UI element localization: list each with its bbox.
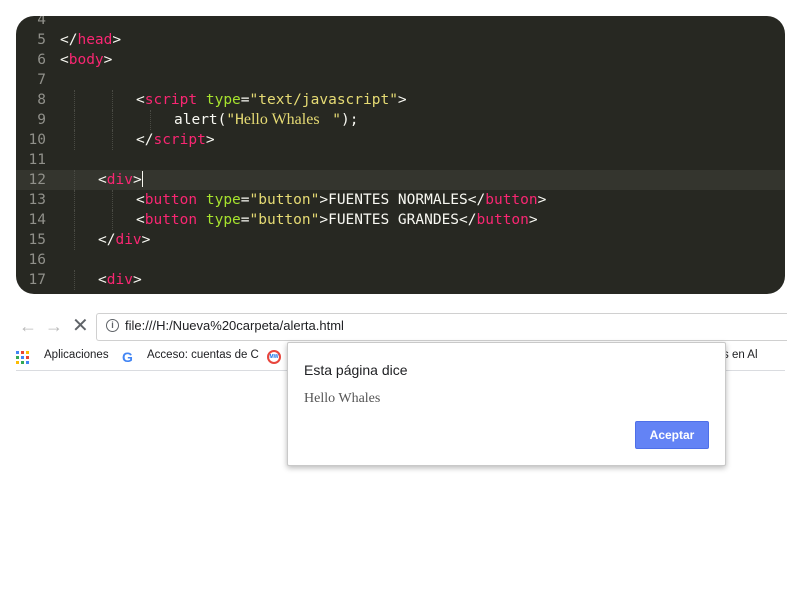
code-text: <div>: [98, 171, 143, 188]
line-number: 7: [37, 72, 46, 88]
indent-guide: [74, 130, 75, 150]
code-text: <div>: [98, 272, 142, 288]
line-number: 11: [28, 152, 46, 168]
text-caret: [141, 171, 143, 187]
indent-guide: [74, 210, 75, 230]
code-text: <body>: [60, 52, 113, 68]
line-number: 10: [28, 132, 46, 148]
url-text[interactable]: file:///H:/Nueva%20carpeta/alerta.html: [125, 318, 344, 333]
line-number: 17: [28, 272, 46, 288]
line-number: 16: [28, 252, 46, 268]
indent-guide: [112, 210, 113, 230]
dialog-title: Esta página dice: [304, 362, 408, 378]
code-line[interactable]: 17 <div>: [16, 270, 785, 290]
bookmark-right[interactable]: s en Al: [723, 349, 758, 361]
code-text: </script>: [136, 132, 215, 148]
dialog-message: Hello Whales: [304, 391, 381, 406]
apps-grid-icon[interactable]: [16, 351, 29, 364]
back-arrow-icon[interactable]: ←: [19, 316, 37, 336]
address-bar[interactable]: i file:///H:/Nueva%20carpeta/alerta.html: [96, 313, 787, 341]
line-number: 8: [37, 92, 46, 108]
code-line[interactable]: 5 </head>: [16, 30, 785, 50]
indent-guide: [112, 110, 113, 130]
line-number: 15: [28, 232, 46, 248]
bookmark-google-accounts[interactable]: Acceso: cuentas de C: [147, 349, 259, 361]
indent-guide: [112, 190, 113, 210]
code-text: <script type="text/javascript">: [136, 92, 407, 108]
code-line[interactable]: 14 <button type="button">FUENTES GRANDES<…: [16, 210, 785, 230]
indent-guide: [150, 110, 151, 130]
bookmark-apps[interactable]: Aplicaciones: [44, 349, 109, 361]
stop-close-icon[interactable]: ✕: [72, 316, 89, 336]
code-line[interactable]: 12 <div>: [16, 170, 785, 190]
code-text: </div>: [98, 232, 151, 248]
code-line[interactable]: 13 <button type="button">FUENTES NORMALES…: [16, 190, 785, 210]
code-line[interactable]: 10 </script>: [16, 130, 785, 150]
indent-guide: [74, 270, 75, 290]
info-icon[interactable]: i: [106, 319, 119, 332]
line-number: 4: [37, 16, 46, 28]
code-line[interactable]: 16: [16, 250, 785, 270]
code-line[interactable]: 9 alert("Hello Whales ");: [16, 110, 785, 130]
code-text: alert("Hello Whales ");: [174, 111, 359, 128]
line-number: 12: [28, 172, 46, 188]
indent-guide: [112, 130, 113, 150]
code-line[interactable]: 6 <body>: [16, 50, 785, 70]
indent-guide: [112, 90, 113, 110]
code-line[interactable]: 15 </div>: [16, 230, 785, 250]
google-icon: G: [122, 349, 133, 365]
mw-icon[interactable]: MW: [267, 350, 281, 364]
line-number: 13: [28, 192, 46, 208]
accept-button[interactable]: Aceptar: [635, 421, 709, 449]
indent-guide: [74, 170, 75, 190]
code-line[interactable]: 4: [16, 16, 785, 30]
line-number: 14: [28, 212, 46, 228]
line-number: 6: [37, 52, 46, 68]
code-editor[interactable]: 4 5 </head> 6 <body> 7 8 <script type="text/jav…: [16, 16, 785, 294]
code-text: <button type="button">FUENTES GRANDES</b…: [136, 212, 538, 228]
line-number: 5: [37, 32, 46, 48]
code-text: <button type="button">FUENTES NORMALES</…: [136, 192, 547, 208]
code-line[interactable]: 8 <script type="text/javascript">: [16, 90, 785, 110]
indent-guide: [74, 190, 75, 210]
code-text: </head>: [60, 32, 122, 48]
forward-arrow-icon[interactable]: →: [45, 316, 63, 336]
indent-guide: [74, 110, 75, 130]
line-number: 9: [37, 112, 46, 128]
code-line[interactable]: 7: [16, 70, 785, 90]
code-line[interactable]: 11: [16, 150, 785, 170]
indent-guide: [74, 230, 75, 250]
indent-guide: [74, 90, 75, 110]
alert-dialog: Esta página dice Hello Whales Aceptar: [287, 342, 726, 466]
